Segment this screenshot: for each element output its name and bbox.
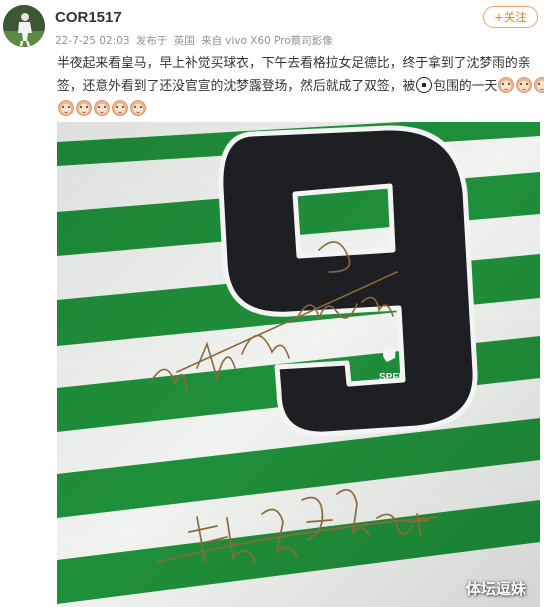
face-emoji xyxy=(112,100,128,116)
post-text-line: 半夜起来看皇马，早上补觉买球衣，下午去看格拉女足德比，终于拿到了沈梦雨的亲 xyxy=(57,56,531,71)
follow-button[interactable]: +关注 xyxy=(483,6,538,28)
signed-jersey-image: SPFL xyxy=(57,122,540,607)
face-emoji xyxy=(58,100,74,116)
spfl-badge-text: SPFL xyxy=(379,372,405,383)
post-text: 半夜起来看皇马，早上补觉买球衣，下午去看格拉女足德比，终于拿到了沈梦雨的亲 签，… xyxy=(57,52,544,121)
post-text-segment: 签，还意外看到了还没官宣的沈梦露登场，然后就成了双签，被 xyxy=(57,79,416,94)
post-text-segment: 包围的一天 xyxy=(433,79,498,94)
face-emoji xyxy=(534,77,544,93)
face-emoji xyxy=(498,77,515,93)
face-emoji xyxy=(130,100,146,116)
avatar-image xyxy=(3,5,45,47)
watermark: 体坛逗妹 xyxy=(465,580,526,598)
username[interactable]: COR1517 xyxy=(55,9,122,26)
post-text-line xyxy=(57,98,533,121)
weibo-post: COR1517 22-7-25 02:03 发布于 英国 来自 vivo X60 … xyxy=(0,0,544,607)
soccer-ball-emoji xyxy=(416,77,433,93)
post-device-prefix: 来自 xyxy=(201,35,223,47)
post-location: 英国 xyxy=(173,35,195,47)
face-emoji xyxy=(516,77,533,93)
post-photo[interactable]: SPFL 体坛逗妹 xyxy=(57,122,540,607)
post-timestamp[interactable]: 22-7-25 02:03 xyxy=(55,35,130,47)
avatar[interactable] xyxy=(3,5,45,47)
face-emoji xyxy=(76,100,92,116)
post-device[interactable]: vivo X60 Pro蔡司影像 xyxy=(225,35,333,47)
face-emoji xyxy=(94,100,110,116)
post-meta: 22-7-25 02:03 发布于 英国 来自 vivo X60 Pro蔡司影像 xyxy=(55,33,336,48)
post-location-prefix: 发布于 xyxy=(135,35,168,47)
post-text-line: 签，还意外看到了还没官宣的沈梦露登场，然后就成了双签，被 包围的一天 xyxy=(57,75,544,98)
